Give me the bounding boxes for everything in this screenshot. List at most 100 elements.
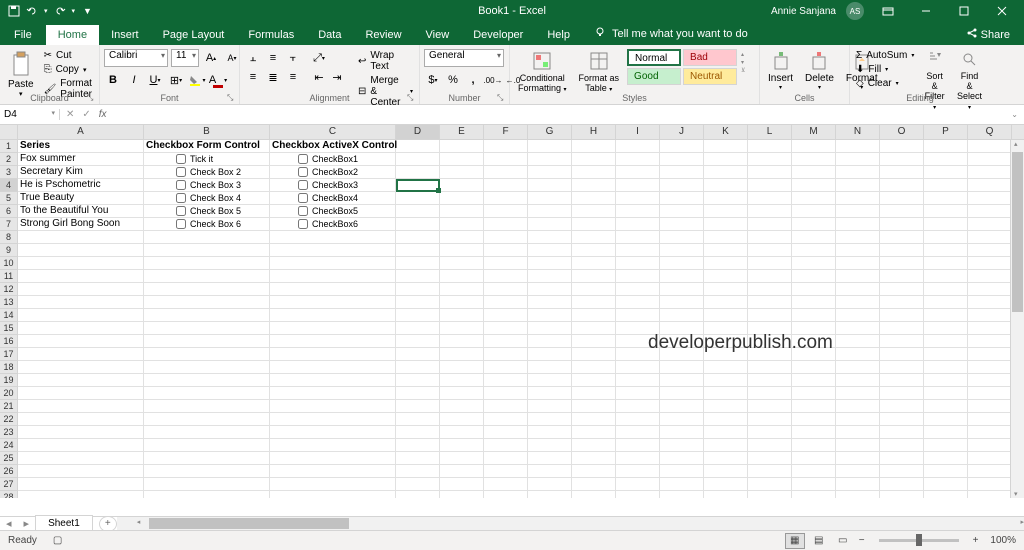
cell-O24[interactable] xyxy=(880,439,924,452)
cell-J20[interactable] xyxy=(660,387,704,400)
cell-E20[interactable] xyxy=(440,387,484,400)
cell-style-good[interactable]: Good xyxy=(627,68,681,85)
cell-O28[interactable] xyxy=(880,491,924,498)
number-format-combo[interactable]: General xyxy=(424,49,504,67)
cell-P4[interactable] xyxy=(924,179,968,192)
cell-E6[interactable] xyxy=(440,205,484,218)
cell-C22[interactable] xyxy=(270,413,396,426)
cell-J17[interactable] xyxy=(660,348,704,361)
cell-J19[interactable] xyxy=(660,374,704,387)
cell-L18[interactable] xyxy=(748,361,792,374)
row-header-14[interactable]: 14 xyxy=(0,309,18,322)
cell-A20[interactable] xyxy=(18,387,144,400)
cell-K23[interactable] xyxy=(704,426,748,439)
cell-F22[interactable] xyxy=(484,413,528,426)
increase-decimal-icon[interactable]: .00→ xyxy=(484,71,502,89)
cell-M2[interactable] xyxy=(792,153,836,166)
cell-F12[interactable] xyxy=(484,283,528,296)
cell-A21[interactable] xyxy=(18,400,144,413)
cell-N14[interactable] xyxy=(836,309,880,322)
cell-G11[interactable] xyxy=(528,270,572,283)
cell-F11[interactable] xyxy=(484,270,528,283)
cell-J1[interactable] xyxy=(660,140,704,153)
cell-F6[interactable] xyxy=(484,205,528,218)
cell-A7[interactable]: Strong Girl Bong Soon xyxy=(18,218,144,231)
cell-F28[interactable] xyxy=(484,491,528,498)
tab-home[interactable]: Home xyxy=(46,25,99,45)
cell-Q24[interactable] xyxy=(968,439,1012,452)
cell-E8[interactable] xyxy=(440,231,484,244)
align-center-icon[interactable]: ≣ xyxy=(264,68,282,86)
cell-Q1[interactable] xyxy=(968,140,1012,153)
cell-Q13[interactable] xyxy=(968,296,1012,309)
cell-H26[interactable] xyxy=(572,465,616,478)
checkbox-input[interactable] xyxy=(176,219,186,229)
cell-M26[interactable] xyxy=(792,465,836,478)
cell-H16[interactable] xyxy=(572,335,616,348)
tab-insert[interactable]: Insert xyxy=(99,25,151,45)
cell-J11[interactable] xyxy=(660,270,704,283)
cell-O27[interactable] xyxy=(880,478,924,491)
cell-H11[interactable] xyxy=(572,270,616,283)
align-left-icon[interactable]: ≡ xyxy=(244,68,262,86)
cell-M4[interactable] xyxy=(792,179,836,192)
cell-A8[interactable] xyxy=(18,231,144,244)
orientation-icon[interactable]: ⤢▾ xyxy=(310,49,328,67)
cell-O4[interactable] xyxy=(880,179,924,192)
cell-E5[interactable] xyxy=(440,192,484,205)
column-header-h[interactable]: H xyxy=(572,125,616,139)
row-header-11[interactable]: 11 xyxy=(0,270,18,283)
cell-L12[interactable] xyxy=(748,283,792,296)
cell-L5[interactable] xyxy=(748,192,792,205)
scroll-down-icon[interactable]: ▾ xyxy=(1014,490,1018,498)
form-checkbox-2[interactable]: Check Box 2 xyxy=(176,167,241,177)
row-header-18[interactable]: 18 xyxy=(0,361,18,374)
cell-K27[interactable] xyxy=(704,478,748,491)
cell-H19[interactable] xyxy=(572,374,616,387)
styles-more-icon[interactable]: ⊻ xyxy=(741,67,745,74)
checkbox-input[interactable] xyxy=(298,206,308,216)
cell-I10[interactable] xyxy=(616,257,660,270)
cell-G12[interactable] xyxy=(528,283,572,296)
cell-G13[interactable] xyxy=(528,296,572,309)
expand-formula-bar-icon[interactable]: ⌄ xyxy=(1005,110,1024,119)
cell-D15[interactable] xyxy=(396,322,440,335)
cell-H17[interactable] xyxy=(572,348,616,361)
cell-G1[interactable] xyxy=(528,140,572,153)
checkbox-input[interactable] xyxy=(176,167,186,177)
cell-L17[interactable] xyxy=(748,348,792,361)
align-middle-icon[interactable]: ≡ xyxy=(264,49,282,67)
activex-checkbox-4[interactable]: CheckBox4 xyxy=(298,193,358,203)
view-page-layout-icon[interactable]: ▤ xyxy=(809,533,829,549)
cell-B11[interactable] xyxy=(144,270,270,283)
cell-D14[interactable] xyxy=(396,309,440,322)
cell-M5[interactable] xyxy=(792,192,836,205)
cell-B1[interactable]: Checkbox Form Control xyxy=(144,140,270,153)
cell-Q26[interactable] xyxy=(968,465,1012,478)
checkbox-input[interactable] xyxy=(176,206,186,216)
cell-N24[interactable] xyxy=(836,439,880,452)
cell-L27[interactable] xyxy=(748,478,792,491)
cell-A19[interactable] xyxy=(18,374,144,387)
cell-I27[interactable] xyxy=(616,478,660,491)
cell-M6[interactable] xyxy=(792,205,836,218)
cell-I22[interactable] xyxy=(616,413,660,426)
cell-E14[interactable] xyxy=(440,309,484,322)
tell-me-search[interactable]: Tell me what you want to do xyxy=(594,26,748,45)
increase-font-icon[interactable]: A▴ xyxy=(202,49,220,67)
cell-P13[interactable] xyxy=(924,296,968,309)
delete-cells-button[interactable]: Delete▾ xyxy=(801,49,838,93)
tab-review[interactable]: Review xyxy=(353,25,413,45)
cell-F2[interactable] xyxy=(484,153,528,166)
cell-H27[interactable] xyxy=(572,478,616,491)
column-header-p[interactable]: P xyxy=(924,125,968,139)
cell-I21[interactable] xyxy=(616,400,660,413)
cell-H1[interactable] xyxy=(572,140,616,153)
cell-H21[interactable] xyxy=(572,400,616,413)
cell-O7[interactable] xyxy=(880,218,924,231)
form-checkbox-5[interactable]: Check Box 5 xyxy=(176,206,241,216)
fill-button[interactable]: ⬇Fill ▾ xyxy=(854,63,916,76)
cell-E9[interactable] xyxy=(440,244,484,257)
number-launcher[interactable]: ⤡ xyxy=(497,93,507,103)
cell-L28[interactable] xyxy=(748,491,792,498)
